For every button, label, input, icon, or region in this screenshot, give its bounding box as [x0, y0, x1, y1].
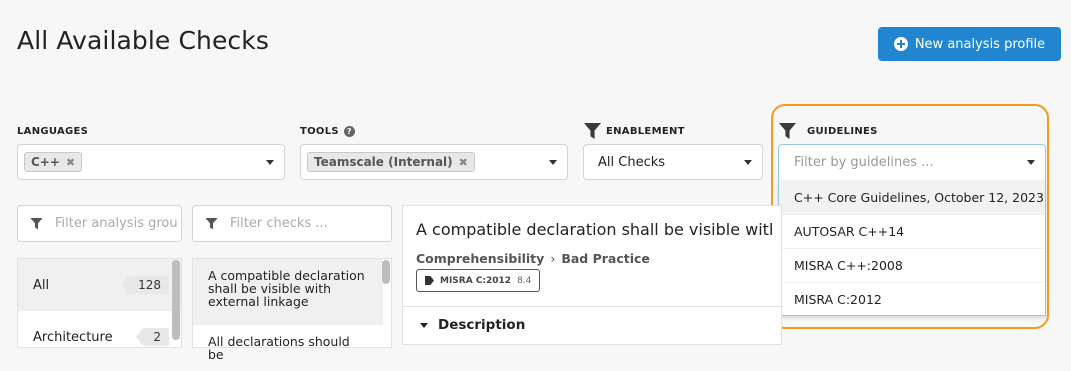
breadcrumb: Comprehensibility › Bad Practice	[416, 251, 650, 266]
check-list: A compatible declaration shall be visibl…	[192, 258, 392, 361]
filter-icon	[779, 123, 796, 139]
chevron-down-icon[interactable]	[1027, 160, 1035, 165]
check-list-scrollbar[interactable]	[382, 260, 390, 284]
divider	[403, 306, 783, 307]
enablement-select[interactable]: All Checks	[583, 144, 763, 180]
tools-select[interactable]: Teamscale (Internal) ✖	[300, 144, 568, 180]
guideline-option[interactable]: C++ Core Guidelines, October 12, 2023	[779, 180, 1045, 214]
group-item-architecture[interactable]: Architecture 2	[18, 311, 181, 363]
page-title: All Available Checks	[17, 26, 269, 55]
breadcrumb-item[interactable]: Comprehensibility	[416, 251, 544, 266]
chevron-down-icon[interactable]	[266, 159, 274, 165]
check-detail-title: A compatible declaration shall be visibl…	[416, 220, 772, 239]
filter-icon	[205, 217, 218, 230]
filter-icon	[584, 123, 601, 139]
remove-chip-icon[interactable]: ✖	[459, 156, 468, 169]
group-list: All 128 Architecture 2	[17, 258, 182, 348]
new-analysis-profile-label: New analysis profile	[914, 36, 1046, 52]
guideline-tag: MISRA C:2012 8.4	[416, 269, 541, 292]
new-analysis-profile-button[interactable]: New analysis profile	[878, 27, 1061, 61]
enablement-label: ENABLEMENT	[584, 123, 685, 139]
enablement-value: All Checks	[598, 154, 666, 170]
check-item[interactable]: A compatible declaration shall be visibl…	[193, 259, 383, 325]
guidelines-placeholder: Filter by guidelines ...	[794, 155, 934, 170]
plus-circle-icon	[893, 37, 908, 51]
guideline-option[interactable]: MISRA C++:2008	[779, 248, 1045, 282]
language-chip-cpp[interactable]: C++ ✖	[24, 152, 83, 172]
tools-label: TOOLS ?	[300, 126, 355, 137]
chevron-down-icon[interactable]	[744, 159, 752, 165]
guidelines-dropdown-menu: C++ Core Guidelines, October 12, 2023 AU…	[778, 180, 1046, 316]
check-filter-input[interactable]: Filter checks ...	[192, 205, 392, 242]
breadcrumb-item[interactable]: Bad Practice	[561, 251, 650, 266]
group-count-badge: 128	[121, 276, 169, 294]
guideline-option[interactable]: AUTOSAR C++14	[779, 214, 1045, 248]
help-icon[interactable]: ?	[343, 126, 355, 137]
description-section-header[interactable]: Description	[420, 317, 525, 333]
group-list-scrollbar[interactable]	[172, 260, 180, 340]
filter-icon	[30, 217, 43, 230]
guidelines-select[interactable]: Filter by guidelines ...	[778, 144, 1046, 181]
tag-icon	[425, 276, 434, 285]
guidelines-label: GUIDELINES	[779, 123, 878, 139]
group-filter-input[interactable]: Filter analysis grou	[17, 205, 182, 242]
tool-chip-teamscale[interactable]: Teamscale (Internal) ✖	[307, 152, 475, 172]
check-item[interactable]: All declarations should be	[193, 325, 383, 371]
chevron-down-icon[interactable]	[549, 159, 557, 165]
group-item-all[interactable]: All 128	[18, 259, 181, 311]
guideline-option[interactable]: MISRA C:2012	[779, 282, 1045, 316]
remove-chip-icon[interactable]: ✖	[66, 156, 75, 169]
languages-select[interactable]: C++ ✖	[17, 144, 285, 180]
chevron-right-icon: ›	[550, 251, 556, 266]
caret-down-icon	[420, 322, 428, 328]
languages-label: LANGUAGES	[17, 126, 89, 137]
group-count-badge: 2	[136, 328, 169, 346]
